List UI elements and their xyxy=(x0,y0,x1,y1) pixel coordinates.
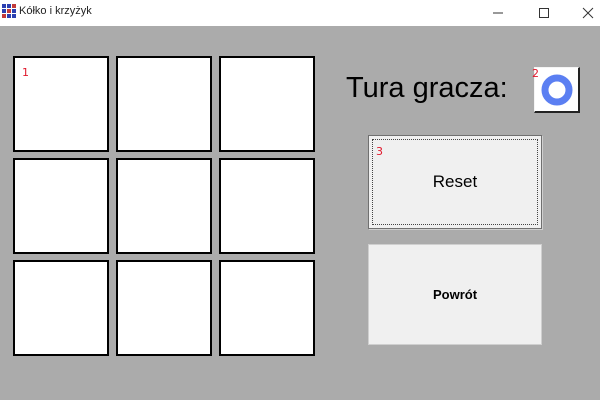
board-cell-7[interactable] xyxy=(13,260,109,356)
back-button-label: Powrót xyxy=(432,287,478,302)
board-cell-6[interactable] xyxy=(219,158,315,254)
cell-number-label: 1 xyxy=(22,66,29,79)
player-turn-label: Tura gracza: xyxy=(346,72,508,104)
board-cell-4[interactable] xyxy=(13,158,109,254)
title-bar: Kółko i krzyżyk xyxy=(0,0,600,26)
turn-marker-number: 2 xyxy=(532,67,539,80)
maximize-button[interactable] xyxy=(524,0,564,26)
reset-marker-number: 3 xyxy=(376,145,383,158)
board-cell-5[interactable] xyxy=(116,158,212,254)
board-cell-2[interactable] xyxy=(116,56,212,152)
board-cell-8[interactable] xyxy=(116,260,212,356)
minimize-icon xyxy=(493,12,503,14)
close-button[interactable] xyxy=(568,0,600,26)
close-icon xyxy=(582,7,594,19)
reset-button[interactable]: 3 Reset xyxy=(368,135,542,229)
app-icon xyxy=(2,4,16,18)
current-player-indicator xyxy=(534,67,580,113)
window-title: Kółko i krzyżyk xyxy=(19,5,92,17)
circle-o-icon xyxy=(541,74,573,106)
circle-o-shape xyxy=(541,74,573,106)
minimize-button[interactable] xyxy=(478,0,518,26)
maximize-icon xyxy=(539,8,549,18)
board-cell-1[interactable]: 1 xyxy=(13,56,109,152)
board-cell-9[interactable] xyxy=(219,260,315,356)
focus-ring xyxy=(372,139,538,225)
board-cell-3[interactable] xyxy=(219,56,315,152)
back-button[interactable]: Powrót xyxy=(368,244,542,345)
